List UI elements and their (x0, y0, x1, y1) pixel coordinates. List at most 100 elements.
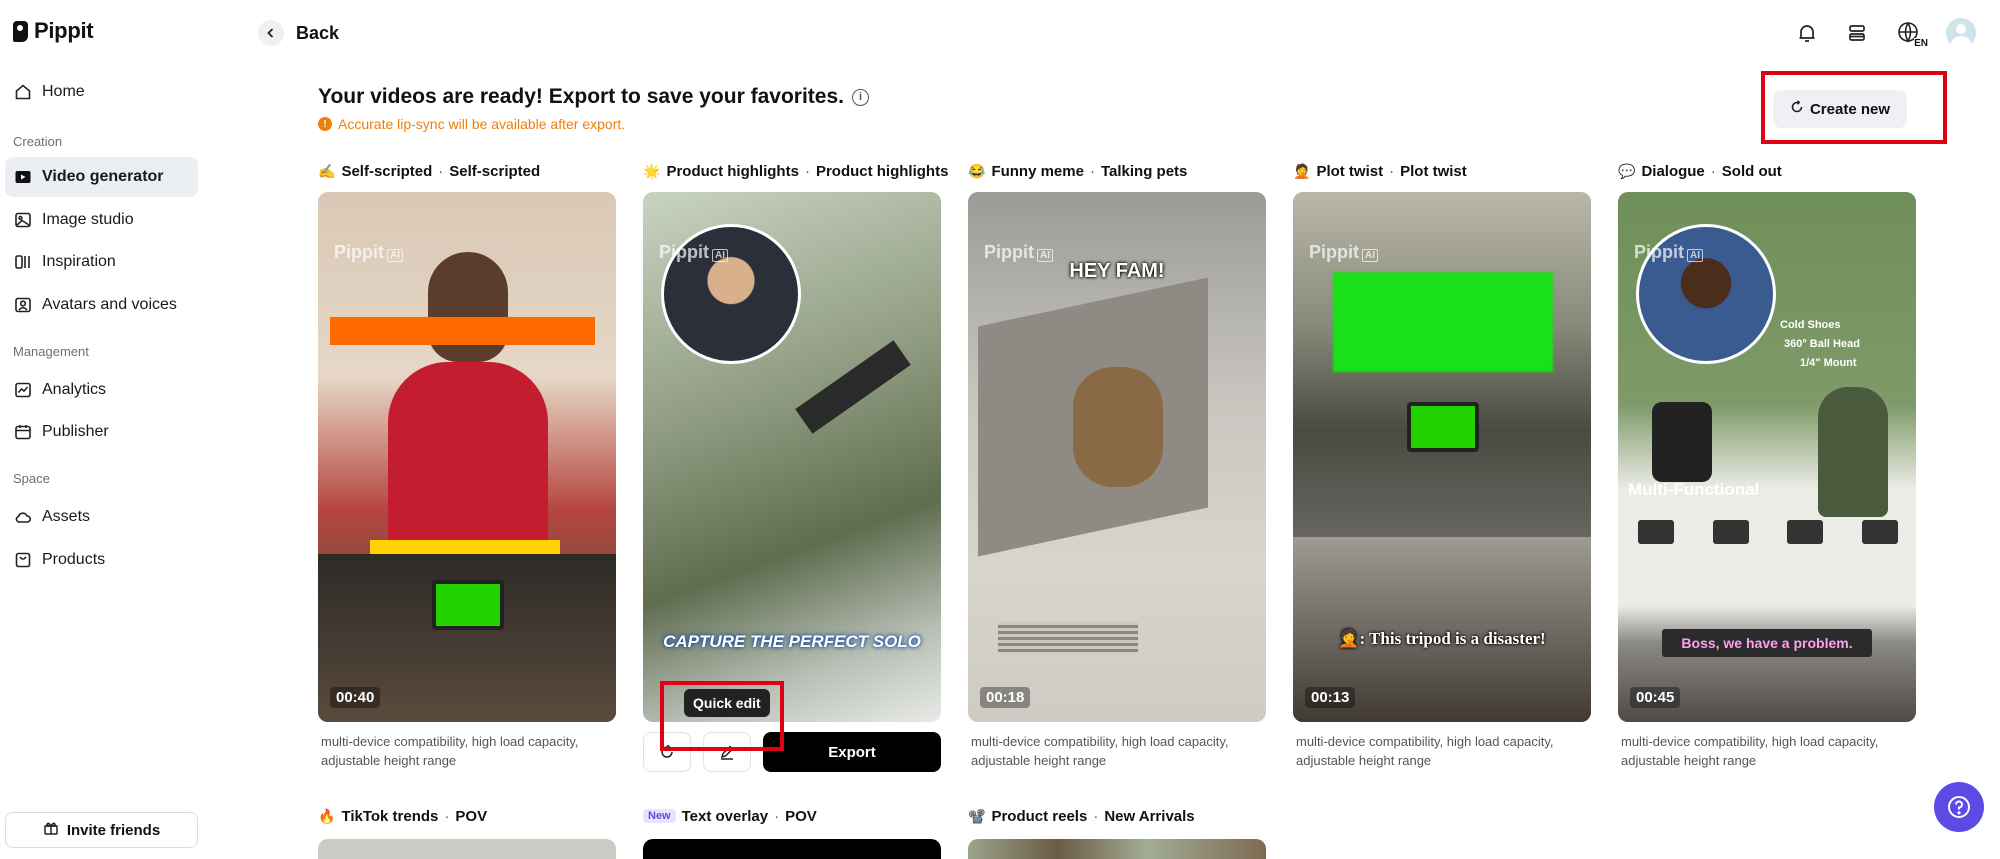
video-thumbnail[interactable]: 🤦: This tripod is a disaster! Pippit AI 0… (1293, 192, 1591, 722)
card-emoji: 💬 (1618, 162, 1636, 179)
video-card[interactable]: 🌟 Product highlights · Product highlights … (643, 161, 949, 772)
quick-edit-tooltip: Quick edit (684, 689, 770, 717)
card-style: POV (785, 807, 817, 825)
video-thumbnail[interactable] (643, 839, 941, 859)
help-button[interactable] (1934, 782, 1984, 832)
card-category: Product reels (991, 807, 1088, 825)
card-style: POV (455, 807, 488, 825)
pippit-watermark: Pippit AI (1634, 242, 1703, 263)
app-logo[interactable]: Pippit (13, 18, 94, 44)
sidebar-item-analytics[interactable]: Analytics (5, 370, 198, 410)
sidebar-item-home[interactable]: Home (5, 72, 198, 112)
card-category: TikTok trends (341, 807, 439, 825)
person-head (428, 252, 508, 362)
device-icon (1787, 520, 1824, 544)
multi-functional-label: Multi-Functional (1628, 480, 1760, 499)
section-title-space: Space (13, 471, 50, 486)
home-icon (14, 83, 32, 101)
card-header: New Text overlay · POV (643, 806, 941, 826)
card-header: ✍️ Self-scripted · Self-scripted (318, 162, 541, 180)
person-body (388, 362, 548, 562)
card-style: Sold out (1721, 162, 1782, 180)
card-emoji: 🔥 (318, 807, 336, 824)
info-icon[interactable]: i (851, 88, 869, 106)
green-screen-blur (1333, 272, 1553, 372)
language-globe-icon[interactable]: EN (1892, 18, 1928, 49)
warning-text: Accurate lip-sync will be available afte… (338, 116, 626, 132)
inspiration-icon (14, 253, 32, 271)
spec-line: 360° Ball Head (1784, 338, 1860, 350)
pippit-logo-icon (13, 20, 28, 42)
card-header: 🌟 Product highlights · Product highlights (643, 162, 949, 180)
sidebar-item-products[interactable]: Products (5, 540, 198, 580)
export-button[interactable]: Export (763, 732, 941, 772)
card-emoji: 😂 (968, 162, 986, 179)
card-category: Funny meme (991, 162, 1084, 180)
dog (1073, 367, 1163, 487)
user-avatar[interactable] (1946, 18, 1976, 48)
video-card[interactable]: ✍️ Self-scripted · Self-scripted Pippit AI … (318, 161, 616, 768)
sidebar: Pippit Home Creation Video generator Ima… (0, 0, 212, 859)
card-category: Plot twist (1316, 162, 1384, 180)
refresh-icon (661, 744, 673, 758)
create-new-label: Create new (1809, 100, 1891, 118)
bell-icon[interactable] (1792, 18, 1822, 48)
card-emoji: 📽️ (968, 807, 986, 824)
man-with-stick (1818, 387, 1888, 517)
video-card[interactable]: New Text overlay · POV (643, 806, 941, 859)
video-thumbnail[interactable]: CAPTURE THE PERFECT SOLO Pippit AI (643, 192, 941, 722)
video-card[interactable]: 🔥 TikTok trends · POV (318, 806, 616, 859)
regenerate-button[interactable] (643, 732, 691, 772)
sidebar-item-label: Assets (42, 508, 91, 525)
sidebar-item-label: Video generator (42, 168, 164, 185)
language-label: EN (1914, 38, 1928, 49)
image-icon (14, 211, 32, 229)
card-emoji: ✍️ (318, 162, 336, 179)
sidebar-item-inspiration[interactable]: Inspiration (5, 242, 198, 282)
calendar-icon (14, 423, 32, 441)
video-thumbnail[interactable]: HEY FAM! Pippit AI 00:18 (968, 192, 1266, 722)
card-header: 😂 Funny meme · Talking pets (968, 162, 1188, 180)
card-style: Talking pets (1100, 162, 1188, 180)
sidebar-item-avatars-and-voices[interactable]: Avatars and voices (5, 285, 198, 325)
pencil-icon (720, 745, 734, 760)
video-card[interactable]: 📽️ Product reels · New Arrivals (968, 806, 1266, 859)
video-card[interactable]: 🤦 Plot twist · Plot twist 🤦: This tripod i… (1293, 161, 1591, 768)
sidebar-item-assets[interactable]: Assets (5, 497, 198, 537)
page-title-text: Your videos are ready! Export to save yo… (318, 85, 844, 108)
card-header: 💬 Dialogue · Sold out (1618, 162, 1782, 180)
face-palm-emoji: 🤦 (1338, 629, 1360, 648)
sidebar-item-publisher[interactable]: Publisher (5, 412, 198, 452)
caption-overlay: HEY FAM! (1069, 260, 1165, 282)
sidebar-item-label: Products (42, 551, 106, 568)
gift-icon (43, 820, 59, 840)
video-duration: 00:40 (330, 687, 381, 708)
sidebar-item-video-generator[interactable]: Video generator (5, 157, 198, 197)
sidebar-item-label: Home (42, 83, 85, 100)
video-thumbnail[interactable]: Pippit AI 00:40 (318, 192, 616, 722)
video-thumbnail[interactable] (968, 839, 1266, 859)
invite-friends-button[interactable]: Invite friends (5, 812, 198, 848)
sidebar-item-image-studio[interactable]: Image studio (5, 200, 198, 240)
card-style: New Arrivals (1104, 807, 1195, 825)
video-card[interactable]: 😂 Funny meme · Talking pets HEY FAM! Pippi… (968, 161, 1266, 768)
video-card[interactable]: 💬 Dialogue · Sold out Cold Shoes 360° Ball… (1618, 161, 1916, 768)
caption-overlay: Boss, we have a problem. (1662, 629, 1872, 657)
card-style: Self-scripted (449, 162, 541, 180)
card-description: multi-device compatibility, high load ca… (971, 734, 1229, 768)
video-thumbnail[interactable] (318, 839, 616, 859)
back-label: Back (296, 22, 340, 43)
spec-line: 1/4" Mount (1800, 357, 1857, 369)
lip-sync-warning: ! Accurate lip-sync will be available af… (318, 116, 625, 132)
quick-edit-button[interactable] (703, 732, 751, 772)
create-new-button[interactable]: Create new (1773, 90, 1907, 128)
app-name: Pippit (34, 18, 94, 43)
pippit-watermark: Pippit AI (1309, 242, 1378, 263)
page-title: Your videos are ready! Export to save yo… (318, 85, 869, 109)
video-thumbnail[interactable]: Cold Shoes 360° Ball Head 1/4" Mount Mul… (1618, 192, 1916, 722)
card-category: Text overlay (681, 807, 769, 825)
card-header: 🔥 TikTok trends · POV (318, 807, 488, 825)
stack-icon[interactable] (1842, 18, 1872, 48)
question-icon (1948, 796, 1970, 818)
back-button[interactable]: Back (258, 20, 339, 46)
